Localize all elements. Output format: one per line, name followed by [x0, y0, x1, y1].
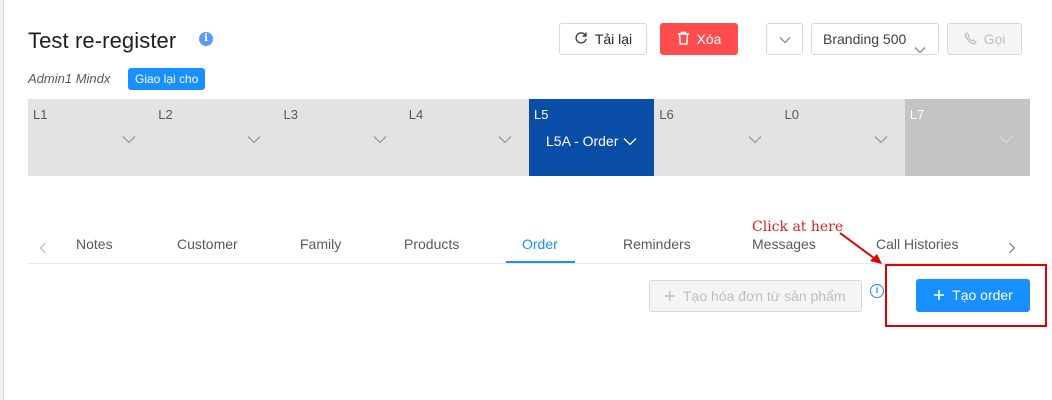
plus-icon [664, 282, 676, 312]
chevron-left-icon[interactable] [39, 241, 47, 257]
stage-label: L7 [909, 107, 925, 122]
reload-label: Tải lại [594, 31, 633, 47]
annotation-arrow-icon [839, 232, 882, 264]
stage-l2[interactable]: L2 [153, 99, 279, 176]
info-icon[interactable]: i [870, 284, 884, 298]
delete-button[interactable]: Xóa [660, 23, 738, 55]
stage-value: L5A - Order [546, 133, 619, 149]
call-label: Gọi [983, 31, 1006, 47]
stage-l6[interactable]: L6 [654, 99, 780, 176]
assign-button[interactable]: Giao lại cho [128, 68, 206, 90]
stage-label: L3 [283, 107, 298, 122]
tab-order[interactable]: Order [522, 236, 558, 252]
trash-icon [677, 25, 690, 55]
tab-reminders[interactable]: Reminders [623, 236, 691, 252]
chevron-down-icon[interactable] [247, 131, 261, 149]
chevron-down-icon[interactable] [748, 131, 762, 149]
stage-label: L1 [33, 107, 48, 122]
stage-l3[interactable]: L3 [278, 99, 404, 176]
stage-l7[interactable]: L7 [904, 99, 1030, 176]
stage-label: L5 [534, 107, 549, 122]
tab-family[interactable]: Family [300, 236, 341, 252]
branding-select[interactable]: Branding 500 [811, 23, 939, 55]
tab-messages[interactable]: Messages [752, 236, 816, 252]
chevron-down-icon[interactable] [122, 131, 136, 149]
chevron-down-icon[interactable] [498, 131, 512, 149]
stage-label: L2 [158, 107, 173, 122]
page-title: Test re-register [28, 28, 177, 53]
create-invoice-label: Tạo hóa đơn từ sản phẩm [683, 288, 846, 304]
chevron-down-icon [779, 31, 791, 47]
reload-button[interactable]: Tải lại [559, 23, 647, 55]
tab-products[interactable]: Products [404, 236, 459, 252]
create-order-label: Tạo order [952, 287, 1013, 303]
chevron-right-icon[interactable] [1008, 241, 1016, 257]
chevron-down-icon[interactable] [874, 131, 888, 149]
left-edge [0, 0, 4, 400]
create-order-button[interactable]: Tạo order [916, 279, 1030, 312]
chevron-down-icon[interactable] [373, 131, 387, 149]
stage-label: L0 [784, 107, 799, 122]
tab-customer[interactable]: Customer [177, 236, 238, 252]
call-button[interactable]: Gọi [947, 23, 1022, 55]
create-invoice-button[interactable]: Tạo hóa đơn từ sản phẩm [649, 280, 862, 312]
stage-l0[interactable]: L0 [779, 99, 905, 176]
branding-value: Branding 500 [823, 31, 907, 47]
phone-icon [963, 25, 977, 55]
more-dropdown-button[interactable] [766, 23, 803, 55]
active-tab-indicator [506, 261, 575, 263]
stage-label: L4 [408, 107, 424, 122]
tab-notes[interactable]: Notes [76, 236, 113, 252]
stage-l5[interactable]: L5 L5A - Order [529, 99, 655, 176]
chevron-down-icon[interactable] [623, 133, 637, 151]
stage-l4[interactable]: L4 [403, 99, 529, 176]
stage-bar: L1 L2 L3 L4 L5 L5A - Order L6 L0 L7 [28, 99, 1030, 176]
refresh-icon [574, 25, 588, 55]
chevron-down-icon [914, 34, 926, 64]
chevron-down-icon[interactable] [999, 131, 1013, 149]
plus-icon [933, 281, 945, 312]
delete-label: Xóa [696, 31, 722, 47]
stage-l1[interactable]: L1 [28, 99, 154, 176]
info-icon[interactable]: i [199, 32, 213, 46]
stage-label: L6 [659, 107, 674, 122]
owner-name: Admin1 Mindx [28, 71, 111, 86]
